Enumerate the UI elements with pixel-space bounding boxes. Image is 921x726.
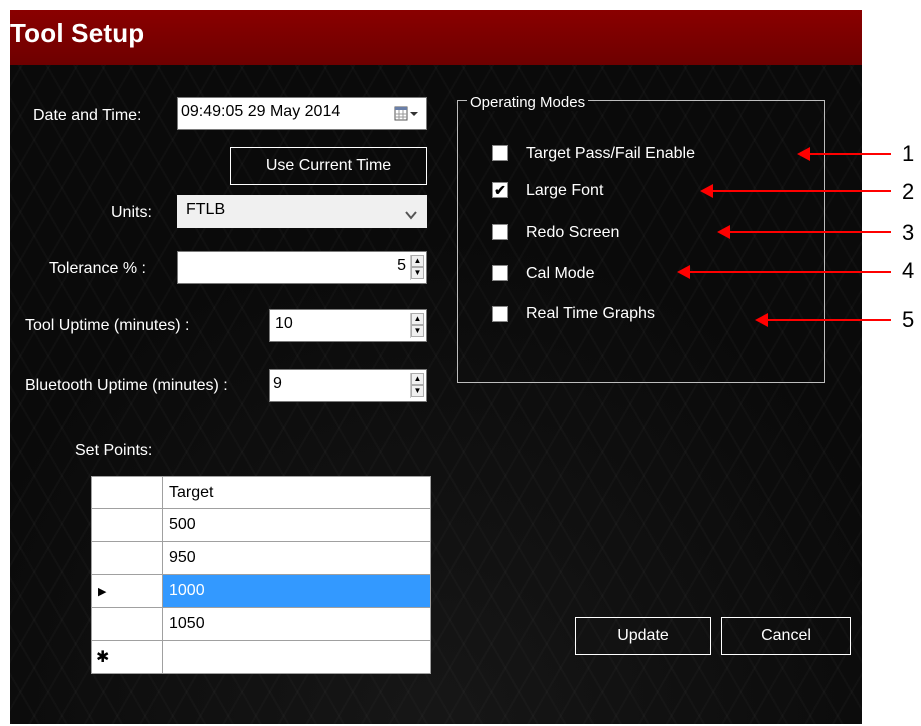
- target-cell[interactable]: [162, 640, 431, 674]
- tool-uptime-spin-buttons[interactable]: ▲ ▼: [410, 313, 424, 338]
- annotation-arrow-1: [797, 147, 891, 161]
- spin-up-icon[interactable]: ▲: [411, 313, 424, 325]
- units-value: FTLB: [186, 201, 226, 218]
- grid-header-row: Target: [91, 476, 431, 509]
- large-font-checkbox[interactable]: ✔: [492, 182, 508, 198]
- bluetooth-uptime-spin-buttons[interactable]: ▲ ▼: [410, 373, 424, 398]
- table-row-selected[interactable]: ▶ 1000: [91, 574, 431, 608]
- grid-corner-cell: [91, 476, 163, 509]
- target-column-header[interactable]: Target: [162, 476, 431, 509]
- annotation-number-2: 2: [902, 179, 915, 204]
- spin-down-icon[interactable]: ▼: [411, 325, 424, 337]
- table-row[interactable]: 1050: [91, 607, 431, 641]
- tolerance-value: 5: [397, 257, 406, 274]
- row-header[interactable]: [91, 607, 163, 641]
- title-bar: Tool Setup: [10, 10, 862, 65]
- tool-uptime-value: 10: [275, 315, 293, 332]
- current-row-icon: ▶: [98, 585, 107, 598]
- tolerance-stepper[interactable]: 5 ▲ ▼: [177, 251, 427, 284]
- bluetooth-uptime-stepper[interactable]: 9 ▲ ▼: [269, 369, 427, 402]
- annotation-arrow-3: [717, 225, 891, 239]
- spin-up-icon[interactable]: ▲: [411, 373, 424, 385]
- window-title: Tool Setup: [10, 18, 145, 48]
- calendar-dropdown-icon[interactable]: [394, 106, 420, 122]
- row-header[interactable]: ✱: [91, 640, 163, 674]
- spin-down-icon[interactable]: ▼: [411, 385, 424, 397]
- operating-modes-legend: Operating Modes: [467, 94, 589, 111]
- set-points-label: Set Points:: [75, 442, 153, 459]
- new-row-icon: ✱: [96, 649, 110, 666]
- annotation-arrow-4: [677, 265, 891, 279]
- real-time-graphs-label[interactable]: Real Time Graphs: [526, 305, 655, 323]
- chevron-down-icon: [405, 207, 417, 225]
- redo-screen-label[interactable]: Redo Screen: [526, 224, 619, 242]
- annotation-arrow-5: [755, 313, 891, 327]
- tool-setup-window: Tool Setup Date and Time: 09:49:05 29 Ma…: [10, 10, 862, 724]
- spin-down-icon[interactable]: ▼: [411, 267, 424, 279]
- annotation-number-3: 3: [902, 220, 915, 245]
- units-label: Units:: [111, 204, 152, 221]
- row-header[interactable]: ▶: [91, 574, 163, 608]
- annotation-number-1: 1: [902, 141, 915, 166]
- tool-uptime-label: Tool Uptime (minutes) :: [25, 317, 190, 334]
- units-select[interactable]: FTLB: [177, 195, 427, 228]
- date-time-picker[interactable]: 09:49:05 29 May 2014: [177, 97, 427, 130]
- update-button[interactable]: Update: [575, 617, 711, 655]
- spin-up-icon[interactable]: ▲: [411, 255, 424, 267]
- tool-uptime-stepper[interactable]: 10 ▲ ▼: [269, 309, 427, 342]
- use-current-time-button[interactable]: Use Current Time: [230, 147, 427, 185]
- annotation-number-5: 5: [902, 307, 915, 332]
- redo-screen-checkbox[interactable]: [492, 224, 508, 240]
- target-cell[interactable]: 950: [162, 541, 431, 575]
- set-points-grid[interactable]: Target 500 950 ▶ 1000 1050 ✱: [91, 476, 431, 674]
- annotation-arrow-2: [700, 184, 891, 198]
- date-time-value: 09:49:05 29 May 2014: [181, 103, 341, 120]
- target-pass-fail-label[interactable]: Target Pass/Fail Enable: [526, 145, 695, 163]
- large-font-label[interactable]: Large Font: [526, 182, 603, 200]
- cal-mode-label[interactable]: Cal Mode: [526, 265, 594, 283]
- tolerance-label: Tolerance % :: [49, 260, 146, 277]
- annotation-number-4: 4: [902, 258, 915, 283]
- bluetooth-uptime-value: 9: [273, 375, 282, 392]
- operating-modes-group: [457, 100, 825, 383]
- target-cell[interactable]: 1000: [162, 574, 431, 608]
- real-time-graphs-checkbox[interactable]: [492, 306, 508, 322]
- date-time-label: Date and Time:: [33, 107, 142, 124]
- row-header[interactable]: [91, 541, 163, 575]
- table-row[interactable]: 500: [91, 508, 431, 542]
- target-cell[interactable]: 500: [162, 508, 431, 542]
- row-header[interactable]: [91, 508, 163, 542]
- cal-mode-checkbox[interactable]: [492, 265, 508, 281]
- new-row[interactable]: ✱: [91, 640, 431, 674]
- target-pass-fail-checkbox[interactable]: [492, 145, 508, 161]
- bluetooth-uptime-label: Bluetooth Uptime (minutes) :: [25, 377, 228, 394]
- tolerance-spin-buttons[interactable]: ▲ ▼: [410, 255, 424, 280]
- cancel-button[interactable]: Cancel: [721, 617, 851, 655]
- table-row[interactable]: 950: [91, 541, 431, 575]
- target-cell[interactable]: 1050: [162, 607, 431, 641]
